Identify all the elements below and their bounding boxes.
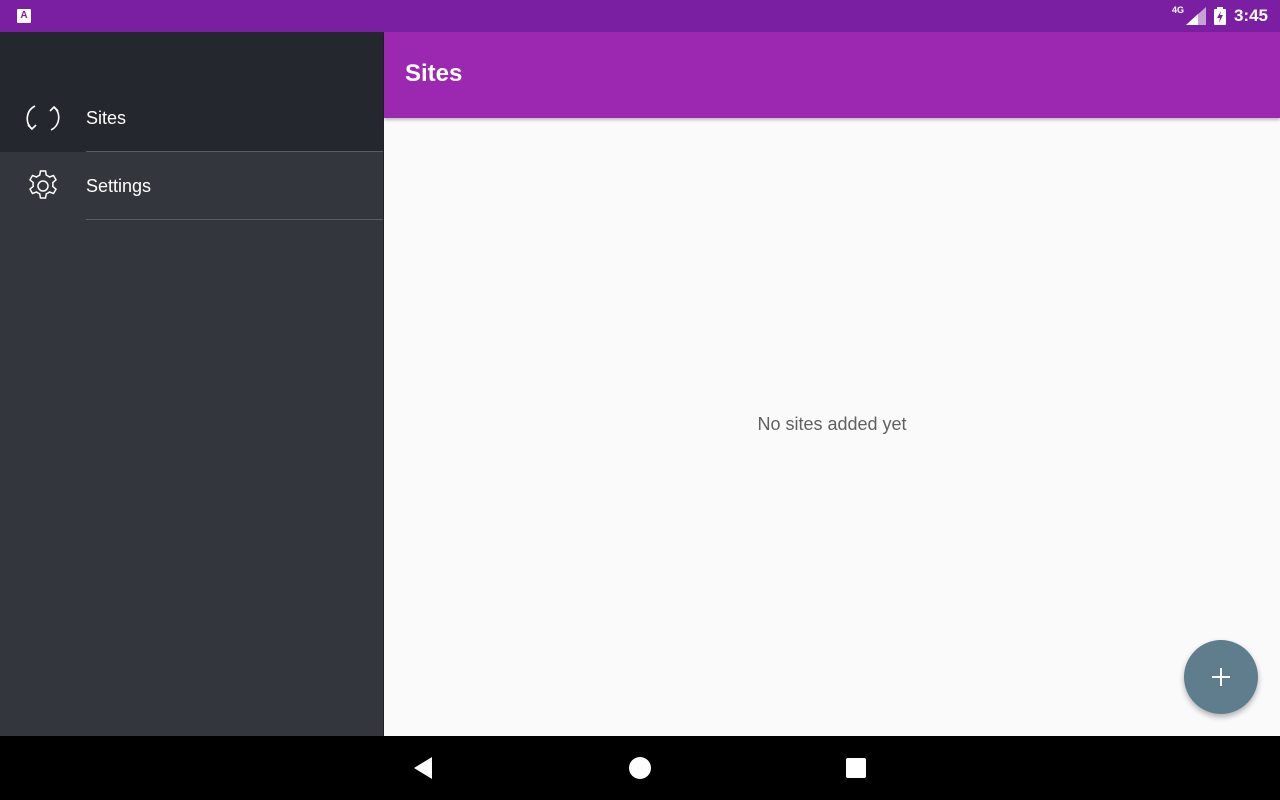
page-title: Sites xyxy=(405,60,463,87)
add-site-button[interactable] xyxy=(1184,640,1258,714)
status-icons: 4G 3:45 xyxy=(1172,0,1268,32)
drawer-item-label: Sites xyxy=(86,107,127,128)
drawer-item-label: Settings xyxy=(86,175,152,196)
gear-icon xyxy=(29,170,57,199)
divider xyxy=(86,219,383,220)
drawer-item-settings[interactable]: Settings xyxy=(0,152,383,220)
drawer-item-sites[interactable]: Sites xyxy=(0,84,383,152)
empty-state-message: No sites added yet xyxy=(757,414,907,434)
back-icon[interactable] xyxy=(410,754,438,782)
network-type-label: 4G xyxy=(1171,5,1184,15)
recents-icon[interactable] xyxy=(842,754,870,782)
system-navigation-bar xyxy=(0,736,1280,800)
main-content: Sites No sites added yet xyxy=(384,32,1280,736)
drawer-header xyxy=(0,32,383,84)
app-bar: Sites xyxy=(384,32,1280,118)
battery-charging-icon xyxy=(1213,7,1226,25)
home-icon[interactable] xyxy=(626,754,654,782)
status-clock: 3:45 xyxy=(1233,6,1268,25)
keyboard-notification-icon: A xyxy=(17,9,31,23)
sync-icon xyxy=(26,105,60,131)
signal-icon xyxy=(1185,7,1206,25)
plus-icon xyxy=(1212,668,1230,686)
status-bar: A 4G 3:45 xyxy=(0,0,1280,32)
navigation-drawer: Sites Settings xyxy=(0,32,384,736)
